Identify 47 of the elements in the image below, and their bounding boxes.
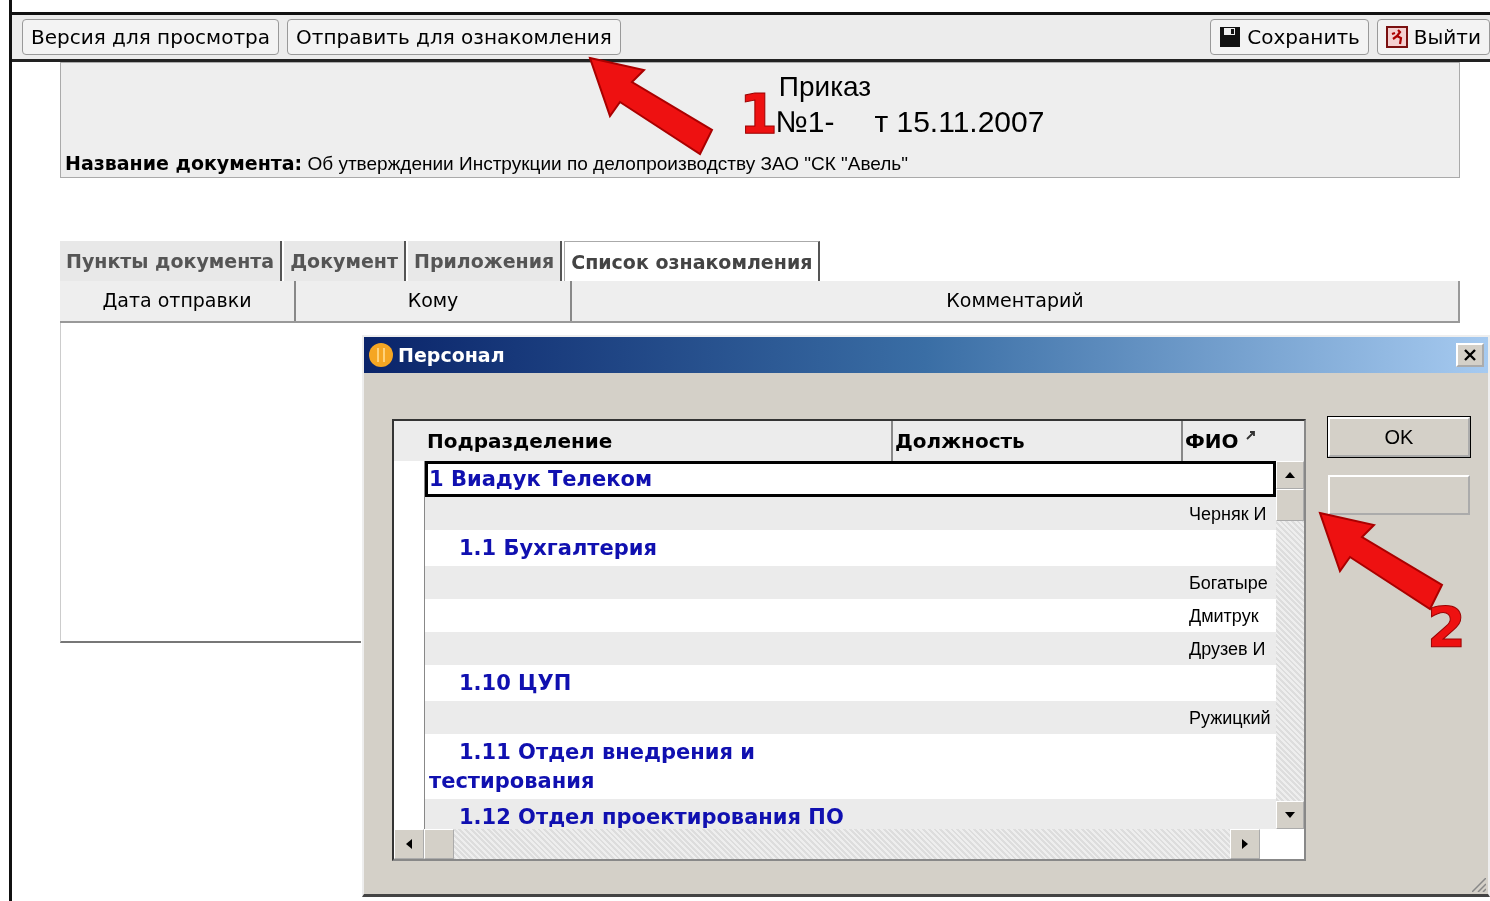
tab[interactable]: Пункты документа [60,241,283,281]
left-arrow-icon [405,838,413,850]
sort-arrow-icon [1244,429,1257,441]
toolbar-button[interactable]: Отправить для ознакомления [287,19,621,55]
name-cell-text: Черняк И [1188,503,1267,526]
document-title: Приказ [777,71,873,103]
annotation-number: 2 [1427,599,1466,655]
document-date: т 15.11.2007 [874,105,1045,139]
dialog-title: Персонал [398,344,506,366]
dialog-button[interactable] [1328,475,1470,515]
scrollbar-thumb[interactable] [1276,489,1304,521]
column-header[interactable]: Должность [893,421,1183,461]
down-arrow-icon [1284,811,1296,819]
column-header[interactable]: ФИО [1183,421,1279,461]
document-name: Название документа: Об утверждении Инструкции по делопроизводству ЗАО "СК "Авель" [65,152,908,175]
column-header[interactable]: Подразделение [425,421,893,461]
exit-button[interactable]: Выйти [1376,19,1490,55]
column-header[interactable]: Дата отправки [60,281,296,321]
table-row[interactable]: Богатыре [425,566,1276,599]
name-cell-text: Дмитрук [1188,605,1259,628]
ok-button[interactable]: OK [1328,417,1470,457]
column-header[interactable]: Комментарий [572,281,1458,321]
save-button[interactable]: Сохранить [1210,19,1369,55]
resize-grip-icon [1472,878,1486,892]
name-cell-text: Богатыре [1188,572,1268,595]
vertical-scrollbar[interactable] [1276,461,1304,829]
table-row[interactable]: Друзев И [425,632,1276,665]
tab[interactable]: Список ознакомления [564,241,821,281]
app-logo-icon [368,342,394,368]
toolbar-button[interactable]: Версия для просмотра [22,19,280,55]
up-arrow-icon [1284,471,1296,479]
tab[interactable]: Документ [284,241,406,281]
table-row[interactable]: Ружицкий [425,701,1276,734]
annotation-number: 1 [739,86,778,142]
close-button[interactable] [1456,343,1484,367]
document-number: №1- [775,105,835,139]
tab[interactable]: Приложения [408,241,563,281]
running-man-icon [1385,26,1408,48]
table-row[interactable]: Черняк И [425,497,1276,530]
close-icon [1462,347,1478,363]
column-header[interactable]: Кому [296,281,572,321]
right-arrow-icon [1241,838,1249,850]
scrollbar-thumb[interactable] [424,829,454,859]
table-row[interactable]: 1 Виадук Телеком [425,461,1276,497]
name-cell-text: Друзев И [1188,638,1266,661]
name-cell-text: Ружицкий [1188,707,1271,730]
table-row[interactable]: 1.12 Отдел проектирования ПО [425,799,1276,829]
